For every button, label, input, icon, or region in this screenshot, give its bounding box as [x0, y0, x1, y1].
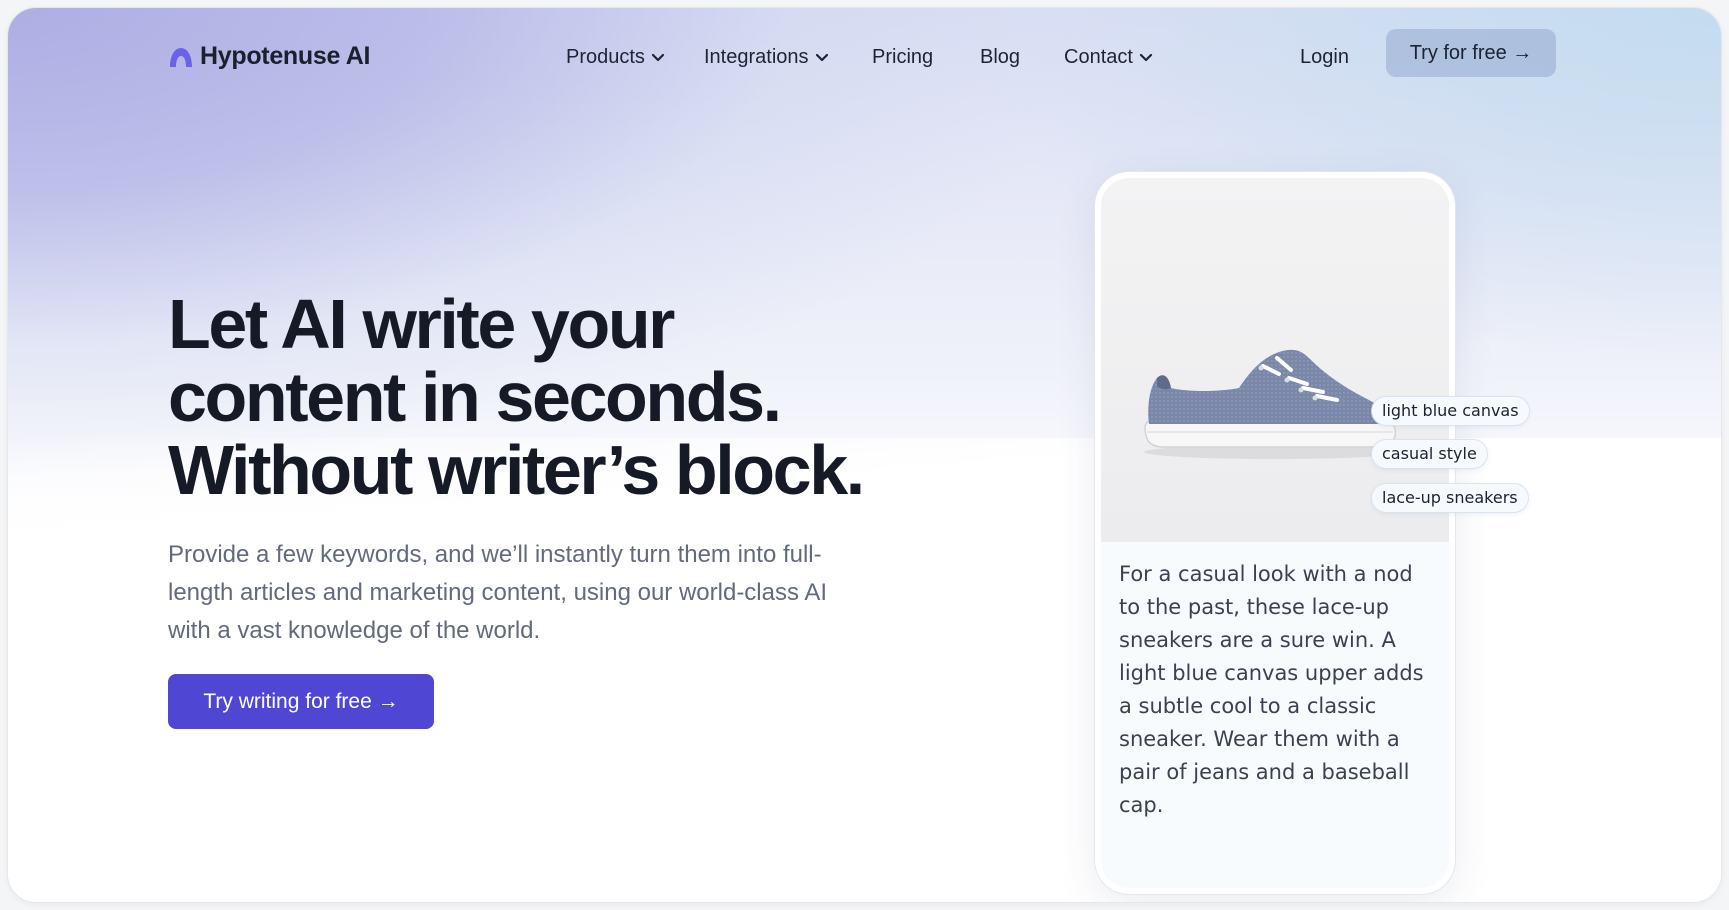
brand-name: Hypotenuse AI: [200, 42, 371, 70]
try-writing-for-free-button[interactable]: Try writing for free →: [168, 674, 434, 729]
try-for-free-button[interactable]: Try for free →: [1386, 29, 1556, 77]
logo-icon: [170, 47, 192, 67]
page-frame: Hypotenuse AI Products Integrations Pric…: [8, 8, 1721, 902]
headline-line: content in seconds.: [168, 358, 782, 436]
hero-subtext: Provide a few keywords, and we’ll instan…: [168, 541, 828, 644]
hero-headline: Let AI write your content in seconds. Wi…: [168, 288, 888, 507]
keyword-tag: casual style: [1372, 440, 1487, 468]
nav-label-products: Products: [566, 46, 645, 68]
sneaker-image: [1144, 349, 1404, 459]
chevron-down-icon: [1139, 53, 1153, 61]
demo-phone-card: For a casual look with a nod to the past…: [1095, 172, 1455, 894]
nav-item-contact[interactable]: Contact: [1064, 46, 1153, 69]
nav-label-integrations: Integrations: [704, 46, 809, 68]
nav-item-products[interactable]: Products: [566, 46, 665, 69]
product-description: For a casual look with a nod to the past…: [1119, 562, 1424, 817]
nav-item-blog[interactable]: Blog: [980, 46, 1020, 69]
chevron-down-icon: [651, 53, 665, 61]
top-navigation: Hypotenuse AI Products Integrations Pric…: [8, 8, 1721, 96]
login-link[interactable]: Login: [1300, 46, 1349, 69]
nav-label-contact: Contact: [1064, 46, 1133, 68]
headline-line: Without writer’s block.: [168, 431, 865, 509]
keyword-tag: light blue canvas: [1372, 397, 1529, 425]
nav-item-pricing[interactable]: Pricing: [872, 46, 933, 69]
chevron-down-icon: [815, 53, 828, 61]
keyword-tag: lace-up sneakers: [1372, 484, 1528, 512]
nav-item-integrations[interactable]: Integrations: [704, 46, 829, 69]
brand-logo[interactable]: Hypotenuse AI: [168, 42, 371, 71]
phone-screen: For a casual look with a nod to the past…: [1101, 178, 1449, 888]
nav-label-pricing: Pricing: [872, 46, 934, 68]
nav-label-blog: Blog: [980, 46, 1021, 68]
headline-line: Let AI write your: [168, 285, 675, 363]
